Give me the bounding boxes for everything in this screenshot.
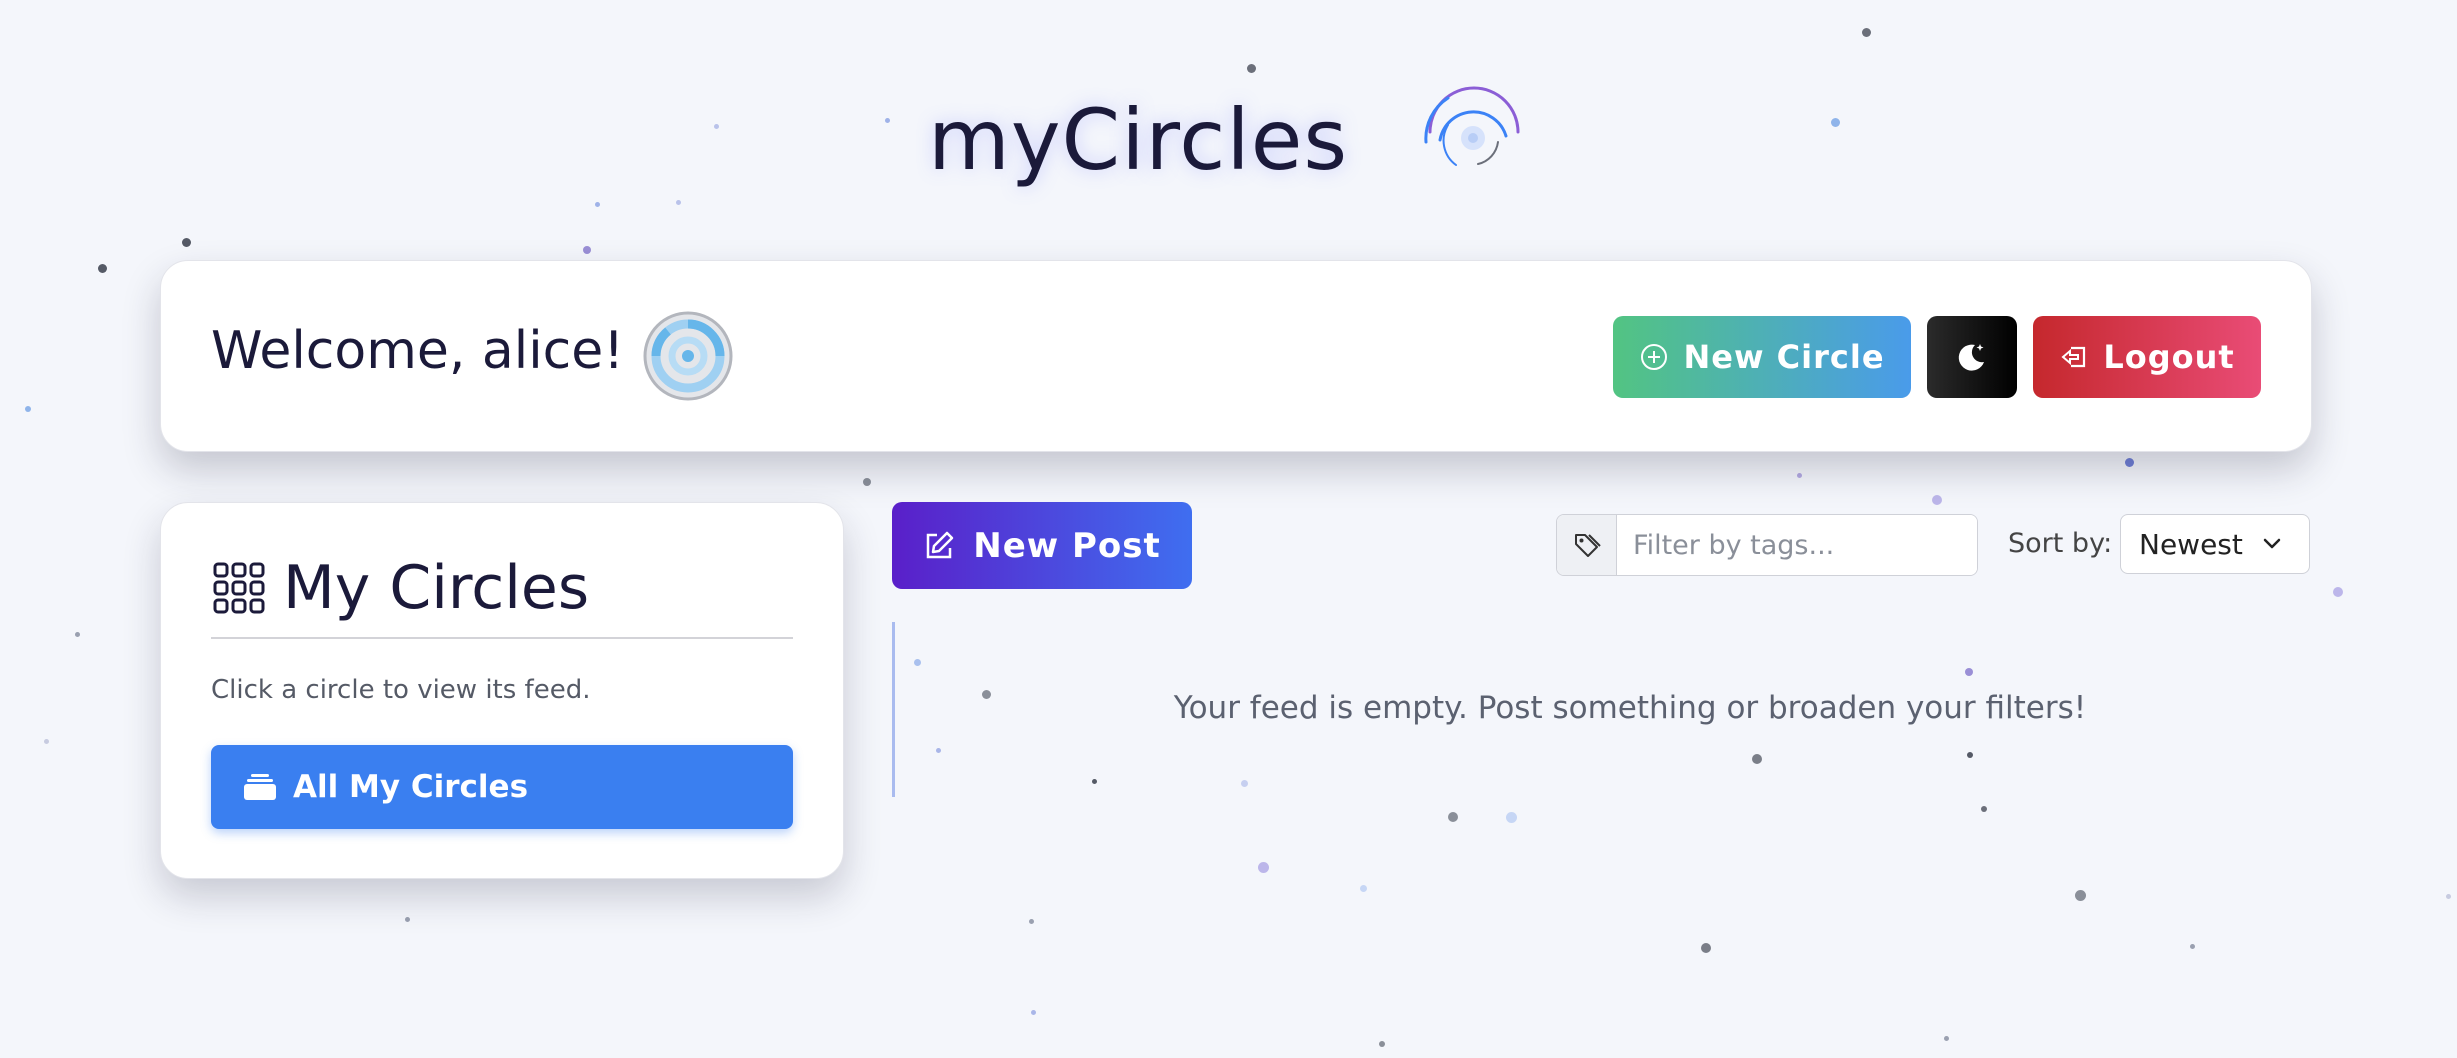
sort-label: Sort by: bbox=[2008, 528, 2113, 559]
app-brand: myCircles bbox=[928, 90, 1348, 210]
new-post-button[interactable]: New Post bbox=[892, 502, 1192, 589]
grid-icon bbox=[213, 562, 265, 614]
moon-stars-icon bbox=[1958, 344, 1984, 371]
tag-filter-input[interactable] bbox=[1617, 515, 1977, 575]
sort-selected-value: Newest bbox=[2139, 527, 2243, 561]
feed-empty-message: Your feed is empty. Post something or br… bbox=[1173, 690, 2087, 726]
tag-icon bbox=[1557, 515, 1617, 575]
logout-label: Logout bbox=[2103, 338, 2235, 376]
divider bbox=[211, 637, 793, 639]
chevron-down-icon bbox=[2263, 538, 2281, 549]
circles-logo-icon bbox=[1424, 86, 1520, 166]
app-title: myCircles bbox=[928, 91, 1349, 189]
feed-accent-bar bbox=[892, 622, 895, 797]
welcome-message: Welcome, alice! bbox=[211, 321, 625, 381]
avatar[interactable] bbox=[643, 311, 733, 401]
new-circle-label: New Circle bbox=[1683, 338, 1885, 376]
all-my-circles-label: All My Circles bbox=[293, 769, 529, 805]
new-circle-button[interactable]: New Circle bbox=[1613, 316, 1911, 398]
all-my-circles-button[interactable]: All My Circles bbox=[211, 745, 793, 829]
sort-select[interactable]: Newest bbox=[2120, 514, 2310, 574]
my-circles-panel: My Circles Click a circle to view its fe… bbox=[160, 502, 844, 879]
stack-icon bbox=[244, 774, 276, 800]
theme-toggle-button[interactable] bbox=[1927, 316, 2017, 398]
edit-icon bbox=[926, 531, 954, 558]
tag-filter bbox=[1556, 514, 1978, 576]
my-circles-heading: My Circles bbox=[213, 553, 589, 623]
new-post-label: New Post bbox=[973, 525, 1161, 566]
my-circles-title: My Circles bbox=[283, 553, 590, 623]
sidebar-hint: Click a circle to view its feed. bbox=[211, 675, 591, 705]
plus-circle-icon bbox=[1641, 344, 1668, 370]
header-card: Welcome, alice! New Circle Logout bbox=[160, 260, 2312, 452]
logout-icon bbox=[2061, 346, 2086, 368]
logout-button[interactable]: Logout bbox=[2033, 316, 2261, 398]
